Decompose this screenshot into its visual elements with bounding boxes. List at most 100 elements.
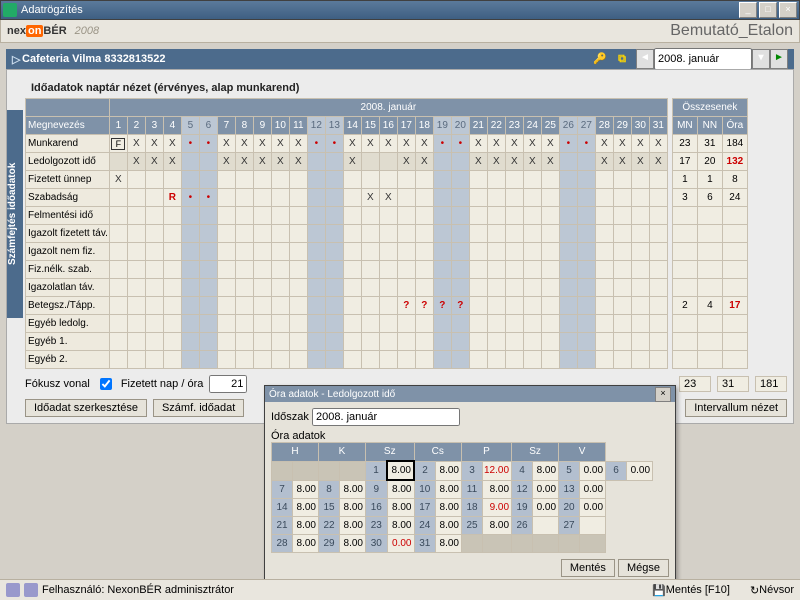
- grid-cell[interactable]: [163, 261, 181, 279]
- grid-cell[interactable]: [397, 351, 415, 369]
- grid-cell[interactable]: [289, 189, 307, 207]
- grid-cell[interactable]: [163, 207, 181, 225]
- grid-cell[interactable]: [145, 243, 163, 261]
- grid-cell[interactable]: [433, 225, 451, 243]
- grid-cell[interactable]: [415, 207, 433, 225]
- grid-cell[interactable]: [541, 171, 559, 189]
- grid-cell[interactable]: [289, 297, 307, 315]
- grid-cell[interactable]: [433, 171, 451, 189]
- grid-cell[interactable]: [343, 189, 361, 207]
- cal-value[interactable]: 8.00: [293, 480, 319, 499]
- side-tab[interactable]: Számfejtés időadatok: [7, 110, 23, 318]
- grid-cell[interactable]: [145, 261, 163, 279]
- grid-cell[interactable]: [649, 189, 667, 207]
- grid-cell[interactable]: [127, 171, 145, 189]
- grid-cell[interactable]: [523, 207, 541, 225]
- grid-cell[interactable]: [487, 243, 505, 261]
- grid-cell[interactable]: X: [163, 135, 181, 153]
- grid-cell[interactable]: [433, 333, 451, 351]
- grid-cell[interactable]: [235, 243, 253, 261]
- grid-cell[interactable]: ?: [415, 297, 433, 315]
- grid-cell[interactable]: [253, 351, 271, 369]
- dialog-save-button[interactable]: Mentés: [561, 559, 615, 577]
- grid-cell[interactable]: [559, 153, 577, 171]
- row-label[interactable]: Egyéb 2.: [26, 351, 110, 369]
- grid-cell[interactable]: [577, 207, 595, 225]
- dialog-close-button[interactable]: ×: [655, 387, 671, 402]
- grid-cell[interactable]: [577, 297, 595, 315]
- grid-cell[interactable]: X: [541, 135, 559, 153]
- grid-cell[interactable]: [289, 243, 307, 261]
- grid-cell[interactable]: [451, 189, 469, 207]
- period-next-button[interactable]: ►: [770, 49, 788, 69]
- grid-cell[interactable]: [199, 279, 217, 297]
- grid-cell[interactable]: [559, 189, 577, 207]
- grid-cell[interactable]: [253, 297, 271, 315]
- grid-cell[interactable]: [343, 225, 361, 243]
- grid-cell[interactable]: [541, 189, 559, 207]
- grid-cell[interactable]: X: [613, 135, 631, 153]
- grid-cell[interactable]: [577, 243, 595, 261]
- grid-cell[interactable]: [523, 315, 541, 333]
- grid-cell[interactable]: X: [415, 153, 433, 171]
- grid-cell[interactable]: [253, 225, 271, 243]
- grid-cell[interactable]: [145, 189, 163, 207]
- grid-cell[interactable]: [235, 207, 253, 225]
- grid-cell[interactable]: [181, 261, 199, 279]
- grid-cell[interactable]: [541, 351, 559, 369]
- grid-cell[interactable]: [541, 207, 559, 225]
- grid-cell[interactable]: [271, 261, 289, 279]
- grid-cell[interactable]: [127, 261, 145, 279]
- cal-value[interactable]: 8.00: [436, 517, 462, 535]
- row-label[interactable]: Fizetett ünnep: [26, 171, 110, 189]
- grid-cell[interactable]: [469, 279, 487, 297]
- grid-cell[interactable]: [235, 279, 253, 297]
- grid-cell[interactable]: [541, 333, 559, 351]
- grid-cell[interactable]: [379, 261, 397, 279]
- grid-cell[interactable]: [523, 171, 541, 189]
- grid-cell[interactable]: [451, 315, 469, 333]
- grid-cell[interactable]: [163, 315, 181, 333]
- grid-cell[interactable]: X: [127, 153, 145, 171]
- grid-cell[interactable]: X: [253, 153, 271, 171]
- grid-cell[interactable]: F: [109, 135, 127, 153]
- grid-cell[interactable]: [325, 297, 343, 315]
- grid-cell[interactable]: [145, 297, 163, 315]
- grid-cell[interactable]: [415, 261, 433, 279]
- cal-value[interactable]: 0.00: [387, 535, 414, 553]
- grid-cell[interactable]: [217, 261, 235, 279]
- grid-cell[interactable]: X: [505, 135, 523, 153]
- grid-cell[interactable]: [595, 243, 613, 261]
- grid-cell[interactable]: [631, 189, 649, 207]
- grid-cell[interactable]: [271, 225, 289, 243]
- grid-cell[interactable]: [487, 189, 505, 207]
- grid-cell[interactable]: X: [487, 135, 505, 153]
- row-label[interactable]: Munkarend: [26, 135, 110, 153]
- grid-cell[interactable]: X: [649, 153, 667, 171]
- grid-cell[interactable]: •: [325, 135, 343, 153]
- interval-view-button[interactable]: Intervallum nézet: [685, 399, 787, 417]
- grid-cell[interactable]: [109, 279, 127, 297]
- grid-cell[interactable]: [181, 333, 199, 351]
- grid-cell[interactable]: X: [541, 153, 559, 171]
- grid-cell[interactable]: [253, 189, 271, 207]
- grid-cell[interactable]: [307, 207, 325, 225]
- row-label[interactable]: Szabadság: [26, 189, 110, 207]
- grid-cell[interactable]: [505, 189, 523, 207]
- time-grid[interactable]: 2008. januárMegnevezés123456789101112131…: [25, 98, 668, 369]
- grid-cell[interactable]: [127, 279, 145, 297]
- grid-cell[interactable]: X: [271, 135, 289, 153]
- grid-cell[interactable]: [415, 279, 433, 297]
- grid-cell[interactable]: X: [217, 135, 235, 153]
- row-label[interactable]: Ledolgozott idő: [26, 153, 110, 171]
- status-list[interactable]: Névsor: [759, 584, 794, 596]
- grid-cell[interactable]: [109, 189, 127, 207]
- grid-cell[interactable]: [325, 171, 343, 189]
- grid-cell[interactable]: [433, 261, 451, 279]
- cal-value[interactable]: 8.00: [340, 535, 366, 553]
- grid-cell[interactable]: [199, 225, 217, 243]
- grid-cell[interactable]: [559, 171, 577, 189]
- grid-cell[interactable]: [235, 189, 253, 207]
- grid-cell[interactable]: [649, 261, 667, 279]
- grid-cell[interactable]: [631, 279, 649, 297]
